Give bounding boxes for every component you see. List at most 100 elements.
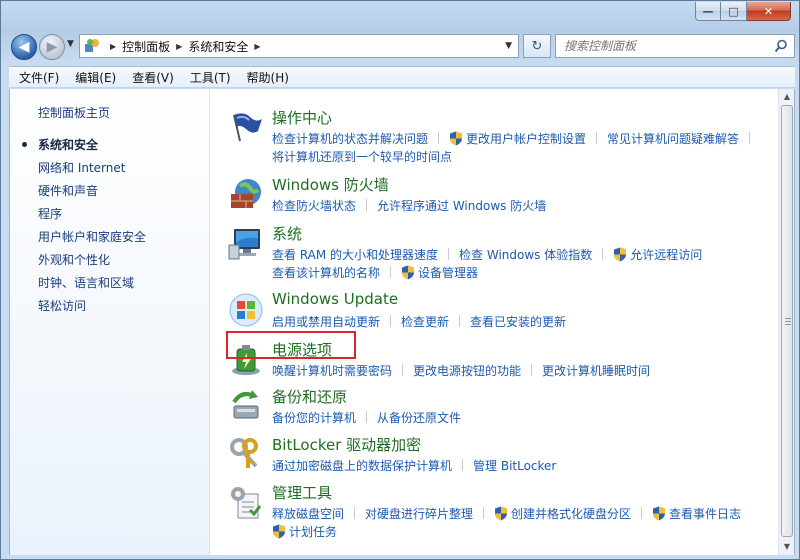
sidebar-control-panel-home[interactable]: 控制面板主页 xyxy=(38,104,110,121)
link-change-uac[interactable]: 更改用户帐户控制设置 xyxy=(449,130,586,147)
link-row: 通过加密磁盘上的数据保护计算机 管理 BitLocker xyxy=(272,456,772,474)
category-title-bitlocker[interactable]: BitLocker 驱动器加密 xyxy=(272,434,421,455)
link-row: 检查防火墙状态 允许程序通过 Windows 防火墙 xyxy=(272,196,772,214)
menu-view[interactable]: 查看(V) xyxy=(124,69,182,86)
link-check-firewall-status[interactable]: 检查防火墙状态 xyxy=(272,197,356,214)
sidebar-category-list: 系统和安全 网络和 Internet 硬件和声音 程序 用户帐户和家庭安全 外观… xyxy=(21,137,146,321)
address-dropdown-icon[interactable]: ▼ xyxy=(505,41,512,51)
sidebar-item-programs[interactable]: 程序 xyxy=(38,206,146,229)
sidebar-item-appearance[interactable]: 外观和个性化 xyxy=(38,252,146,275)
link-restore-files[interactable]: 从备份还原文件 xyxy=(377,409,461,426)
link-view-computer-name[interactable]: 查看该计算机的名称 xyxy=(272,264,380,281)
scroll-up-icon[interactable]: ▲ xyxy=(780,89,794,105)
link-toggle-auto-update[interactable]: 启用或禁用自动更新 xyxy=(272,313,380,330)
sidebar-item-system-security[interactable]: 系统和安全 xyxy=(21,137,146,160)
link-separator xyxy=(366,199,368,211)
category-links: 唤醒计算机时需要密码 更改电源按钮的功能 更改计算机睡眠时间 xyxy=(272,361,772,379)
back-button[interactable]: ◀ xyxy=(11,34,37,60)
search-input[interactable] xyxy=(564,39,764,53)
close-button[interactable]: ✕ xyxy=(747,2,791,21)
search-icon[interactable] xyxy=(774,39,788,53)
backup-icon[interactable] xyxy=(228,388,264,424)
sidebar-item-network-internet[interactable]: 网络和 Internet xyxy=(38,160,146,183)
link-power-button-action[interactable]: 更改电源按钮的功能 xyxy=(413,362,521,379)
computer-icon[interactable] xyxy=(228,225,264,261)
link-view-event-logs[interactable]: 查看事件日志 xyxy=(652,505,741,522)
link-separator xyxy=(641,507,643,519)
category-title-action-center[interactable]: 操作中心 xyxy=(272,107,332,128)
link-manage-bitlocker[interactable]: 管理 BitLocker xyxy=(473,457,556,474)
sidebar-item-hardware-sound[interactable]: 硬件和声音 xyxy=(38,183,146,206)
breadcrumb-system-security[interactable]: 系统和安全 xyxy=(188,38,248,55)
menu-edit[interactable]: 编辑(E) xyxy=(67,69,124,86)
menu-help[interactable]: 帮助(H) xyxy=(239,69,297,86)
sidebar-item-ease-of-access[interactable]: 轻松访问 xyxy=(38,298,146,321)
flag-icon[interactable] xyxy=(228,109,264,145)
link-experience-index[interactable]: 检查 Windows 体验指数 xyxy=(459,246,592,263)
link-free-disk-space[interactable]: 释放磁盘空间 xyxy=(272,505,344,522)
vertical-scrollbar[interactable]: ▲ ▼ xyxy=(778,89,794,555)
sidebar-item-user-accounts[interactable]: 用户帐户和家庭安全 xyxy=(38,229,146,252)
link-troubleshoot[interactable]: 常见计算机问题疑难解答 xyxy=(607,130,739,147)
firewall-icon[interactable] xyxy=(228,176,264,212)
link-separator xyxy=(602,248,604,260)
breadcrumb-control-panel[interactable]: 控制面板 xyxy=(122,38,170,55)
breadcrumb-arrow-icon[interactable]: ▶ xyxy=(176,42,182,51)
category-title-windows-firewall[interactable]: Windows 防火墙 xyxy=(272,174,389,195)
menu-tools[interactable]: 工具(T) xyxy=(182,69,239,86)
link-encrypt-protect[interactable]: 通过加密磁盘上的数据保护计算机 xyxy=(272,457,452,474)
category-title-windows-update[interactable]: Windows Update xyxy=(272,290,398,308)
scroll-down-icon[interactable]: ▼ xyxy=(780,539,794,555)
category-links: 通过加密磁盘上的数据保护计算机 管理 BitLocker xyxy=(272,456,772,474)
search-box[interactable] xyxy=(555,34,795,58)
category-title-backup-restore[interactable]: 备份和还原 xyxy=(272,386,347,407)
link-device-manager[interactable]: 设备管理器 xyxy=(401,264,478,281)
link-separator xyxy=(354,507,356,519)
menu-file[interactable]: 文件(F) xyxy=(11,69,67,86)
link-change-sleep-time[interactable]: 更改计算机睡眠时间 xyxy=(542,362,650,379)
navigation-bar: ◀ ▶ ▼ ▶ 控制面板 ▶ 系统和安全 ▶ ▼ ↻ xyxy=(9,31,795,63)
link-view-ram-cpu[interactable]: 查看 RAM 的大小和处理器速度 xyxy=(272,246,438,263)
link-allow-remote-access[interactable]: 允许远程访问 xyxy=(613,246,702,263)
link-separator xyxy=(483,507,485,519)
windows-update-icon[interactable] xyxy=(228,292,264,328)
admin-tools-icon[interactable] xyxy=(228,484,264,520)
link-allow-program-firewall[interactable]: 允许程序通过 Windows 防火墙 xyxy=(377,197,546,214)
link-require-password-wake[interactable]: 唤醒计算机时需要密码 xyxy=(272,362,392,379)
category-links: 释放磁盘空间 对硬盘进行碎片整理 创建并格式化硬盘分区 查看事件日志 计划任务 xyxy=(272,504,772,540)
link-create-format-partitions[interactable]: 创建并格式化硬盘分区 xyxy=(494,505,631,522)
keys-icon[interactable] xyxy=(228,436,264,472)
highlight-box xyxy=(226,331,356,359)
category-links: 检查防火墙状态 允许程序通过 Windows 防火墙 xyxy=(272,196,772,214)
link-label: 计划任务 xyxy=(289,524,338,539)
breadcrumb-arrow-icon[interactable]: ▶ xyxy=(254,42,260,51)
link-separator xyxy=(390,315,392,327)
category-title-system[interactable]: 系统 xyxy=(272,223,302,244)
link-separator xyxy=(531,364,533,376)
uac-shield-icon xyxy=(402,265,415,279)
link-schedule-tasks[interactable]: 计划任务 xyxy=(272,523,337,540)
link-view-installed-updates[interactable]: 查看已安装的更新 xyxy=(470,313,566,330)
link-check-status[interactable]: 检查计算机的状态并解决问题 xyxy=(272,130,428,147)
forward-button[interactable]: ▶ xyxy=(39,34,65,60)
uac-shield-icon xyxy=(273,524,285,538)
refresh-button[interactable]: ↻ xyxy=(523,34,551,58)
link-label: 创建并格式化硬盘分区 xyxy=(511,506,632,521)
address-bar[interactable]: ▶ 控制面板 ▶ 系统和安全 ▶ ▼ xyxy=(79,34,519,58)
breadcrumb-arrow-icon[interactable]: ▶ xyxy=(110,42,116,51)
link-defragment[interactable]: 对硬盘进行碎片整理 xyxy=(365,505,473,522)
minimize-button[interactable]: — xyxy=(695,2,721,21)
link-row: 备份您的计算机 从备份还原文件 xyxy=(272,408,772,426)
link-separator xyxy=(390,266,392,278)
link-row: 计划任务 xyxy=(272,522,772,540)
link-check-updates[interactable]: 检查更新 xyxy=(401,313,449,330)
link-backup-computer[interactable]: 备份您的计算机 xyxy=(272,409,356,426)
control-panel-window: — □ ✕ ◀ ▶ ▼ ▶ 控制面板 ▶ 系统和安全 ▶ ▼ ↻ 搜索控制面板 … xyxy=(0,0,800,560)
recent-pages-dropdown-icon[interactable]: ▼ xyxy=(67,39,74,49)
maximize-button[interactable]: □ xyxy=(721,2,747,21)
category-links: 备份您的计算机 从备份还原文件 xyxy=(272,408,772,426)
sidebar-item-clock-language[interactable]: 时钟、语言和区域 xyxy=(38,275,146,298)
scroll-thumb[interactable] xyxy=(781,105,793,537)
category-title-admin-tools[interactable]: 管理工具 xyxy=(272,482,332,503)
link-restore-earlier[interactable]: 将计算机还原到一个较早的时间点 xyxy=(272,148,452,165)
